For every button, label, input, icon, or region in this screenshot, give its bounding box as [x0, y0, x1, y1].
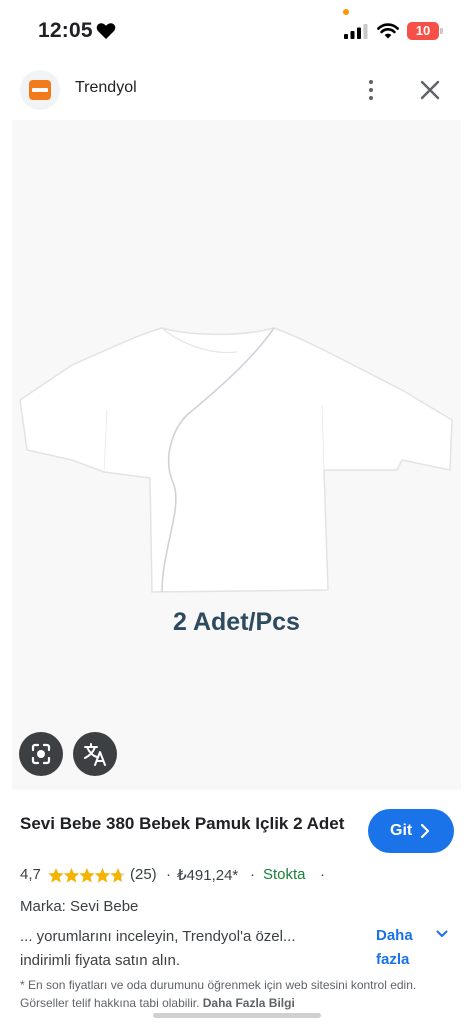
- status-time: 12:05: [38, 19, 93, 42]
- home-indicator[interactable]: [153, 1013, 321, 1018]
- site-logo[interactable]: [20, 70, 60, 110]
- stock-status: Stokta: [263, 866, 306, 883]
- go-button[interactable]: Git: [368, 809, 454, 853]
- separator-dot: ·: [320, 866, 325, 883]
- product-image-area[interactable]: 2 Adet/Pcs: [12, 120, 461, 790]
- more-vert-icon: [369, 80, 373, 84]
- close-icon[interactable]: [414, 74, 446, 106]
- lens-button[interactable]: [19, 732, 63, 776]
- product-title[interactable]: Sevi Bebe 380 Bebek Pamuk Içlik 2 Adet: [20, 812, 350, 836]
- product-snippet: ... yorumlarını inceleyin, Trendyol'a öz…: [20, 928, 296, 969]
- signal-icon: [344, 24, 368, 39]
- battery-icon: 10: [407, 22, 443, 40]
- rating-count: (25): [130, 866, 157, 883]
- more-link[interactable]: Daha fazla: [376, 924, 426, 972]
- price: ₺491,24*: [177, 867, 239, 884]
- separator-dot: ·: [166, 866, 171, 883]
- rating-value: 4,7: [20, 866, 41, 883]
- wifi-icon: [377, 23, 399, 39]
- battery-level: 10: [415, 23, 431, 38]
- chevron-down-icon[interactable]: [436, 929, 448, 939]
- brand-label: Marka: Sevi Bebe: [20, 898, 139, 915]
- translate-icon: [84, 743, 106, 766]
- star-filled: [48, 868, 64, 883]
- page-header: Trendyol: [0, 62, 473, 118]
- star-filled: [79, 868, 95, 883]
- disclaimer: * En son fiyatları ve oda durumunu öğren…: [20, 976, 450, 1012]
- separator-dot: ·: [250, 866, 255, 883]
- image-caption: 2 Adet/Pcs: [173, 608, 300, 636]
- chevron-right-icon: [420, 823, 430, 839]
- star-rating: [48, 868, 126, 883]
- lens-icon: [31, 743, 51, 765]
- more-options-button[interactable]: [356, 74, 386, 106]
- privacy-indicator-dot: [343, 9, 349, 15]
- go-button-label: Git: [390, 822, 413, 839]
- site-name[interactable]: Trendyol: [75, 79, 137, 97]
- heart-icon: [96, 23, 116, 39]
- star-filled: [94, 868, 111, 883]
- more-info-link[interactable]: Daha Fazla Bilgi: [203, 996, 295, 1010]
- star-filled: [63, 868, 80, 883]
- translate-button[interactable]: [73, 732, 117, 776]
- baby-shirt-image: [19, 327, 453, 593]
- status-bar: 12:05 10: [0, 0, 473, 62]
